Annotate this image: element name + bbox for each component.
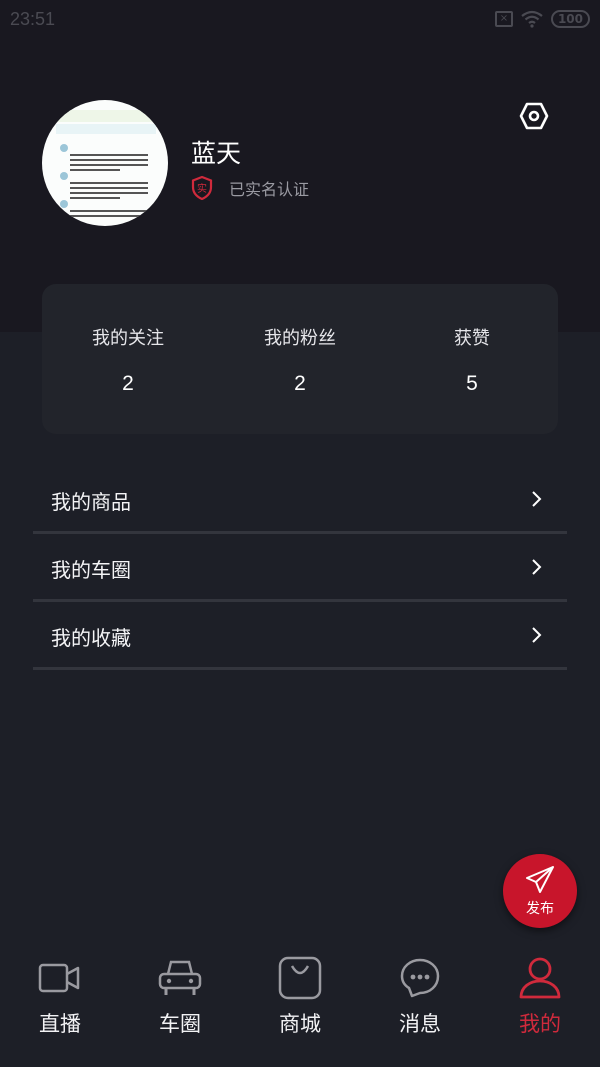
tab-label: 我的 [519,1012,561,1036]
publish-label: 发布 [526,901,554,917]
menu-item-my-products[interactable]: 我的商品 [33,466,567,534]
stats-card: 我的关注 2 我的粉丝 2 获赞 5 [42,284,558,434]
status-icons: × 100 [494,10,590,28]
paper-plane-icon [526,866,554,893]
status-time: 23:51 [10,9,56,29]
chevron-right-icon [532,559,542,575]
svg-text:实: 实 [197,182,207,195]
stat-followers[interactable]: 我的粉丝 2 [214,284,386,434]
wifi-icon [521,10,543,28]
menu-item-label: 我的车圈 [51,558,131,582]
sim-off-icon: × [494,11,513,27]
stat-value: 2 [294,372,306,395]
tab-car-circle[interactable]: 车圈 [120,950,240,1067]
menu-item-label: 我的收藏 [51,626,131,650]
tab-messages[interactable]: 消息 [360,950,480,1067]
stat-label: 获赞 [454,328,490,349]
video-camera-icon [38,963,80,993]
stat-value: 2 [122,372,134,395]
avatar-image-detail [56,124,156,134]
publish-button[interactable]: 发布 [503,854,577,928]
stat-likes[interactable]: 获赞 5 [386,284,558,434]
tab-live[interactable]: 直播 [0,950,120,1067]
menu-list: 我的商品 我的车圈 我的收藏 [33,466,567,670]
shield-verified-icon: 实 [191,176,213,200]
verification-text: 已实名认证 [229,180,310,199]
stat-value: 5 [466,372,478,395]
verification-status: 实 已实名认证 [191,176,309,200]
car-icon [158,960,202,995]
tab-label: 商城 [279,1012,321,1036]
chat-bubble-icon [400,958,440,998]
menu-item-label: 我的商品 [51,490,131,514]
menu-item-my-car-circle[interactable]: 我的车圈 [33,534,567,602]
stat-label: 我的关注 [92,328,164,349]
tab-mall[interactable]: 商城 [240,950,360,1067]
menu-item-my-favorites[interactable]: 我的收藏 [33,602,567,670]
bottom-tab-bar: 直播 车圈 商城 消息 我的 [0,950,600,1067]
tab-label: 车圈 [159,1012,201,1036]
chevron-right-icon [532,627,542,643]
tab-label: 直播 [39,1012,81,1036]
avatar-image-detail [56,110,156,122]
settings-icon[interactable] [519,101,549,131]
status-bar: 23:51 × 100 [0,0,600,40]
battery-icon: 100 [550,10,590,28]
tab-label: 消息 [399,1012,441,1036]
shopping-bag-icon [278,956,322,1000]
stat-following[interactable]: 我的关注 2 [42,284,214,434]
avatar[interactable] [42,100,168,226]
tab-mine[interactable]: 我的 [480,950,600,1067]
user-name: 蓝天 [191,139,242,168]
stat-label: 我的粉丝 [264,328,336,349]
person-icon [519,957,561,999]
chevron-right-icon [532,491,542,507]
